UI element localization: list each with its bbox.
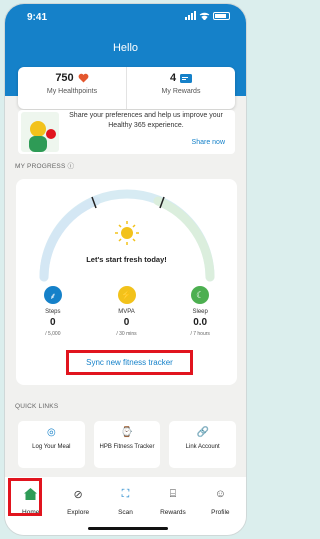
meal-icon: ◎ bbox=[46, 427, 56, 438]
sync-tracker-label: Sync new fitness tracker bbox=[86, 358, 173, 367]
share-now-link[interactable]: Share now bbox=[192, 139, 225, 146]
rewards-label: My Rewards bbox=[161, 88, 201, 95]
wifi-icon bbox=[199, 12, 210, 20]
app-screen: 9:41 Hello 750 My Healthpoints 4 My Rewa… bbox=[4, 3, 247, 536]
log-meal-link[interactable]: ◎ Log Your Meal bbox=[18, 421, 85, 468]
nav-label: Rewards bbox=[160, 509, 186, 516]
promo-text: Share your preferences and help us impro… bbox=[69, 112, 223, 129]
ticket-icon bbox=[180, 73, 193, 83]
promo-banner[interactable]: Share your preferences and help us impro… bbox=[18, 110, 235, 154]
sync-tracker-button[interactable]: Sync new fitness tracker bbox=[66, 350, 193, 375]
home-indicator bbox=[88, 527, 168, 530]
healthpoints-label: My Healthpoints bbox=[46, 88, 98, 95]
metric-name: MVPA bbox=[118, 309, 135, 315]
lightning-icon: ⚡ bbox=[117, 286, 136, 304]
rewards-stat[interactable]: 4 My Rewards bbox=[126, 67, 235, 109]
fitness-tracker-link[interactable]: ⌚ HPB Fitness Tracker bbox=[93, 421, 161, 468]
summary-card: 750 My Healthpoints 4 My Rewards bbox=[18, 67, 235, 109]
chain-link-icon: 🔗 bbox=[196, 427, 209, 438]
gift-icon: ⌸ bbox=[169, 488, 177, 500]
scan-icon: ⛶ bbox=[121, 488, 130, 500]
watch-icon: ⌚ bbox=[120, 427, 134, 438]
nav-label: Scan bbox=[118, 509, 133, 516]
promo-illustration bbox=[21, 112, 59, 152]
status-icons bbox=[185, 11, 230, 20]
metric-value: 0 bbox=[50, 317, 56, 328]
metric-name: Steps bbox=[45, 309, 61, 315]
metric-value: 0.0 bbox=[193, 317, 208, 328]
mvpa-metric[interactable]: ⚡ MVPA 0 / 30 mins bbox=[90, 286, 164, 337]
sun-icon bbox=[115, 221, 139, 245]
quick-link-label: HPB Fitness Tracker bbox=[99, 444, 155, 450]
status-bar: 9:41 bbox=[5, 10, 246, 26]
progress-section-title: MY PROGRESS ⓘ bbox=[15, 163, 75, 170]
metric-goal: / 30 mins bbox=[116, 331, 137, 337]
compass-icon: ⊘ bbox=[73, 489, 83, 501]
metric-goal: / 5,000 bbox=[45, 331, 61, 337]
status-time: 9:41 bbox=[27, 12, 48, 23]
quick-link-label: Log Your Meal bbox=[32, 444, 71, 450]
link-account-link[interactable]: 🔗 Link Account bbox=[169, 421, 237, 468]
page-title: Hello bbox=[112, 42, 139, 54]
sleep-metric[interactable]: ☾ Sleep 0.0 / 7 hours bbox=[163, 286, 237, 337]
home-highlight-box bbox=[8, 478, 42, 516]
signal-icon bbox=[185, 11, 196, 20]
info-icon[interactable]: ⓘ bbox=[68, 163, 75, 170]
metric-name: Sleep bbox=[192, 309, 208, 315]
heart-icon bbox=[78, 73, 89, 83]
metric-goal: / 7 hours bbox=[190, 331, 210, 337]
nav-label: Explore bbox=[67, 509, 90, 516]
footsteps-icon: ⸙ bbox=[43, 286, 62, 304]
progress-gauge bbox=[39, 189, 215, 282]
moon-icon: ☾ bbox=[191, 286, 210, 304]
profile-icon: ☺ bbox=[214, 488, 226, 500]
healthpoints-stat[interactable]: 750 My Healthpoints bbox=[18, 67, 126, 109]
metrics-row: ⸙ Steps 0 / 5,000 ⚡ MVPA 0 / 30 mins ☾ S… bbox=[16, 286, 237, 337]
metric-value: 0 bbox=[123, 317, 130, 328]
quick-links: ◎ Log Your Meal ⌚ HPB Fitness Tracker 🔗 … bbox=[18, 421, 237, 468]
progress-message: Let's start fresh today! bbox=[86, 255, 167, 264]
nav-label: Profile bbox=[211, 509, 230, 516]
nav-profile[interactable]: ☺ Profile bbox=[197, 477, 244, 535]
battery-icon bbox=[213, 11, 230, 20]
quick-links-title: QUICK LINKS bbox=[15, 403, 59, 410]
progress-card: Let's start fresh today! ⸙ Steps 0 / 5,0… bbox=[16, 179, 237, 385]
rewards-value: 4 bbox=[169, 72, 177, 84]
steps-metric[interactable]: ⸙ Steps 0 / 5,000 bbox=[16, 286, 90, 337]
quick-link-label: Link Account bbox=[185, 444, 220, 450]
healthpoints-value: 750 bbox=[55, 72, 74, 84]
